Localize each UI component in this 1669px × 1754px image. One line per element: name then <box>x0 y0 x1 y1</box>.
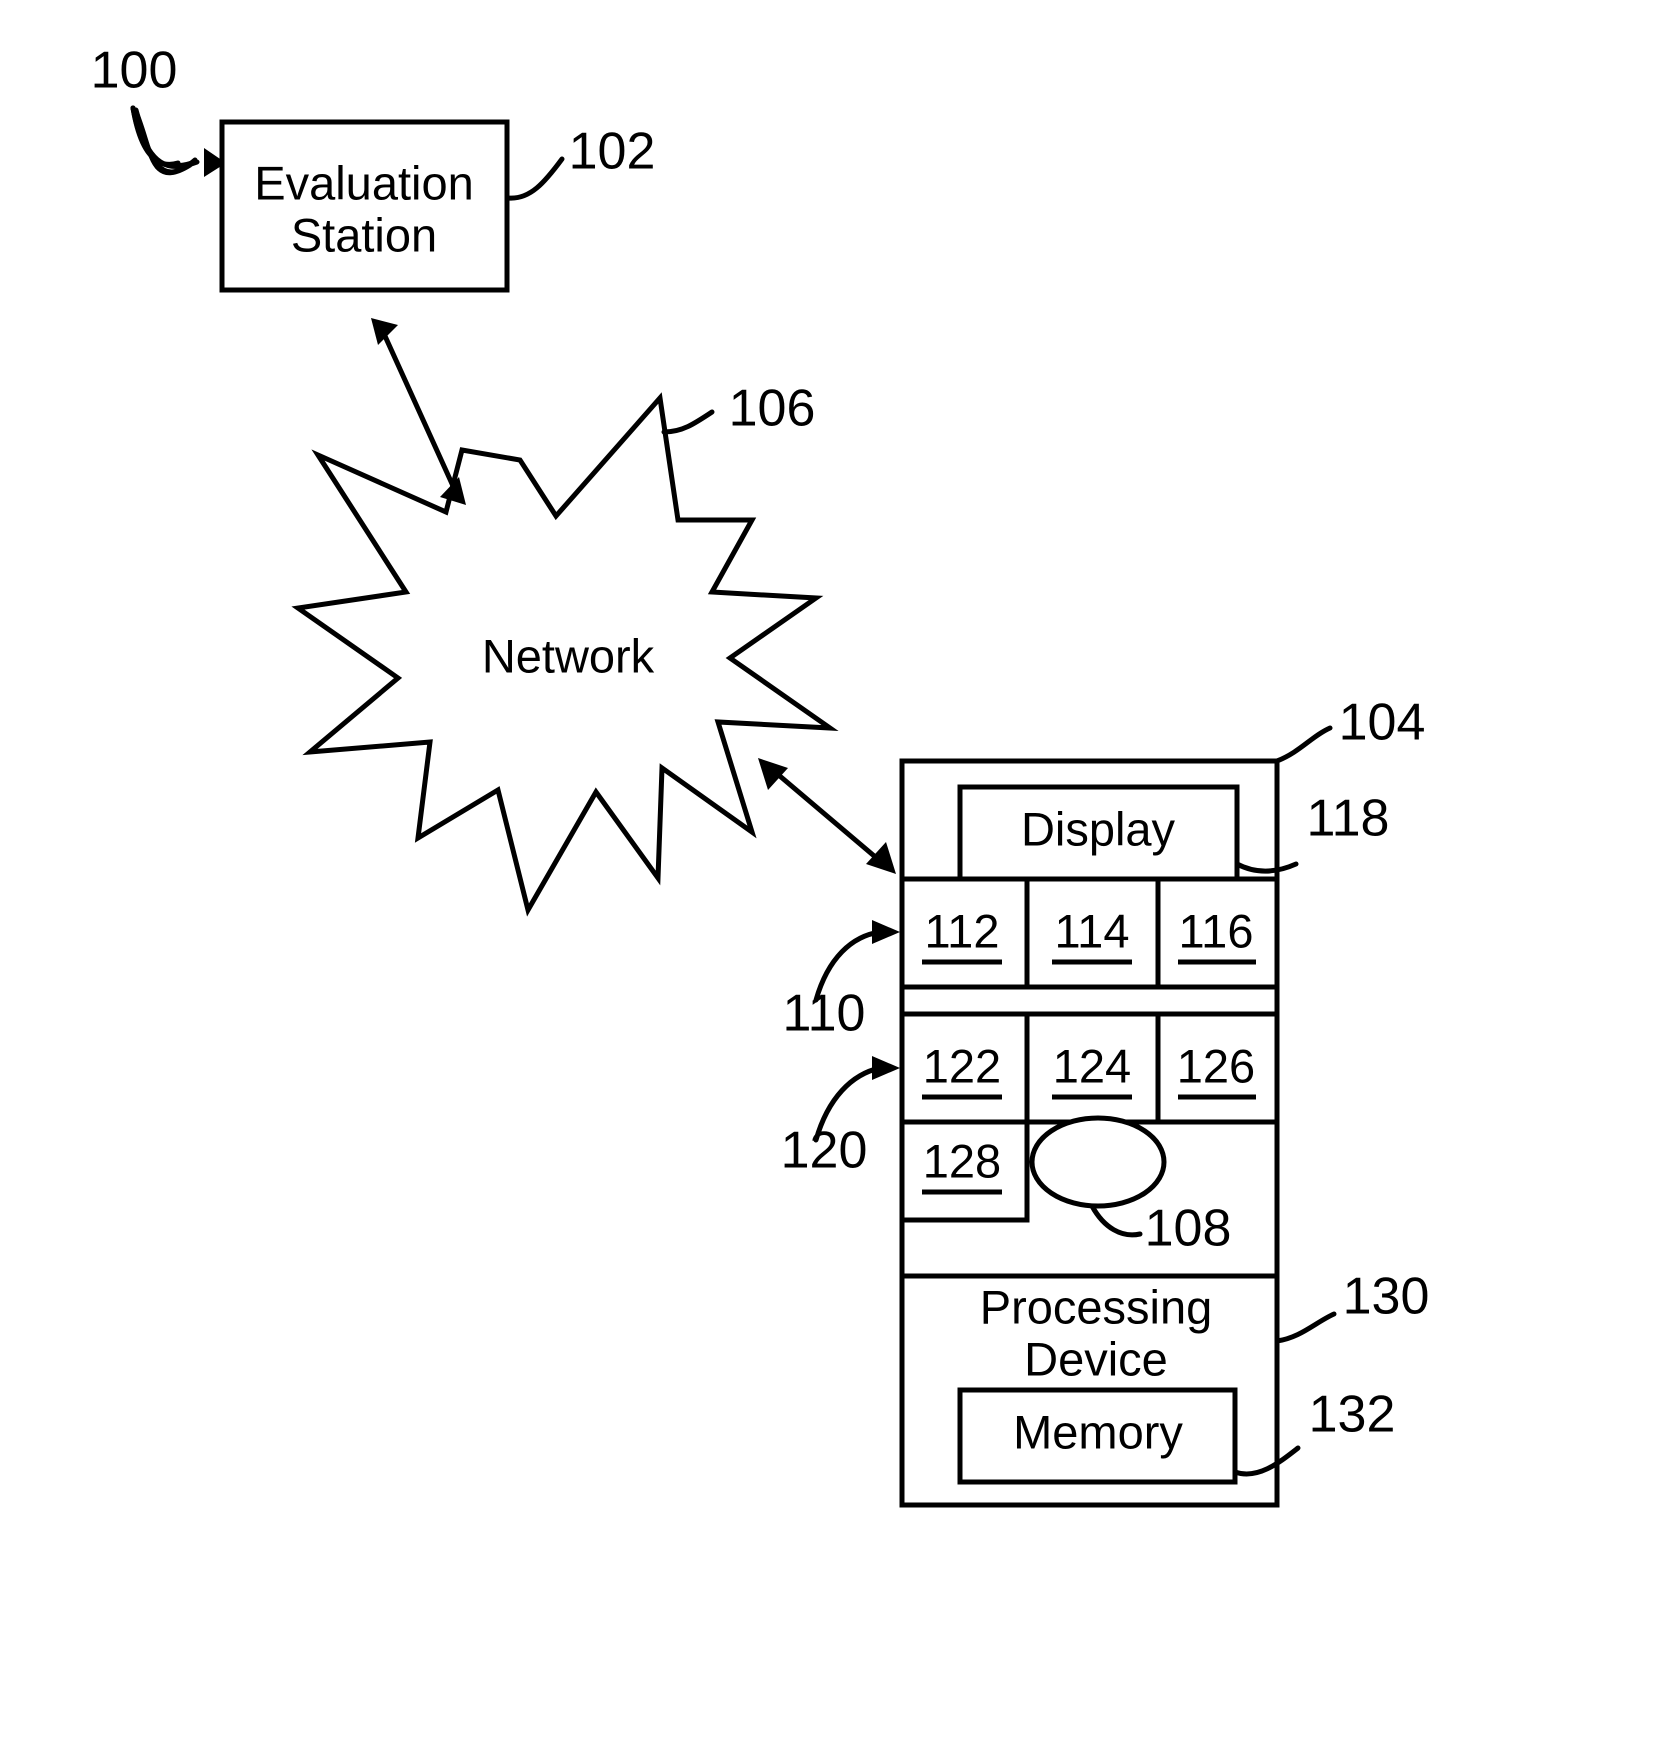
module-114[interactable]: 114 <box>1052 904 1132 965</box>
module-112[interactable]: 112 <box>922 904 1002 965</box>
evaluation-station-label-2: Station <box>291 208 437 261</box>
ref-102-leader <box>505 156 565 201</box>
module-116-label: 116 <box>1179 904 1254 957</box>
eval-network-connector <box>371 318 466 505</box>
network-device-connector <box>758 758 896 874</box>
ref-102: 102 <box>569 123 656 181</box>
module-112-label: 112 <box>925 904 1000 957</box>
ref-104-leader <box>1274 725 1333 764</box>
module-124-label: 124 <box>1053 1039 1131 1092</box>
evaluation-station-label-1: Evaluation <box>254 156 474 209</box>
ref-104: 104 <box>1339 694 1426 752</box>
processing-device-label-2: Device <box>1024 1332 1168 1385</box>
module-122-label: 122 <box>923 1039 1001 1092</box>
ref-100: 100 <box>91 42 178 100</box>
processing-device-label-1: Processing <box>980 1280 1213 1333</box>
module-126-label: 126 <box>1177 1039 1255 1092</box>
module-114-label: 114 <box>1055 904 1130 957</box>
ellipse-108[interactable] <box>1029 1115 1167 1209</box>
ref-118: 118 <box>1307 790 1390 848</box>
ref-120: 120 <box>781 1122 868 1180</box>
ref-106-leader <box>661 409 715 435</box>
system-ref-leader <box>130 105 226 177</box>
memory-label: Memory <box>1013 1405 1183 1458</box>
module-124[interactable]: 124 <box>1052 1039 1132 1100</box>
ref-130: 130 <box>1343 1268 1430 1326</box>
figure-canvas: 100 Evaluation Station 102 Network 106 1… <box>91 42 1430 1508</box>
module-126[interactable]: 126 <box>1177 1039 1256 1100</box>
module-122[interactable]: 122 <box>922 1039 1002 1100</box>
module-116[interactable]: 116 <box>1178 904 1256 965</box>
ref-110: 110 <box>783 985 866 1043</box>
patent-figure: 100 Evaluation Station 102 Network 106 1… <box>0 0 1669 1754</box>
display-label: Display <box>1021 802 1176 855</box>
network-label: Network <box>482 629 655 682</box>
module-128-label: 128 <box>923 1134 1001 1187</box>
ref-132: 132 <box>1309 1386 1396 1444</box>
ref-108: 108 <box>1145 1200 1232 1258</box>
ref-130-leader <box>1274 1311 1337 1344</box>
ref-106: 106 <box>729 380 816 438</box>
